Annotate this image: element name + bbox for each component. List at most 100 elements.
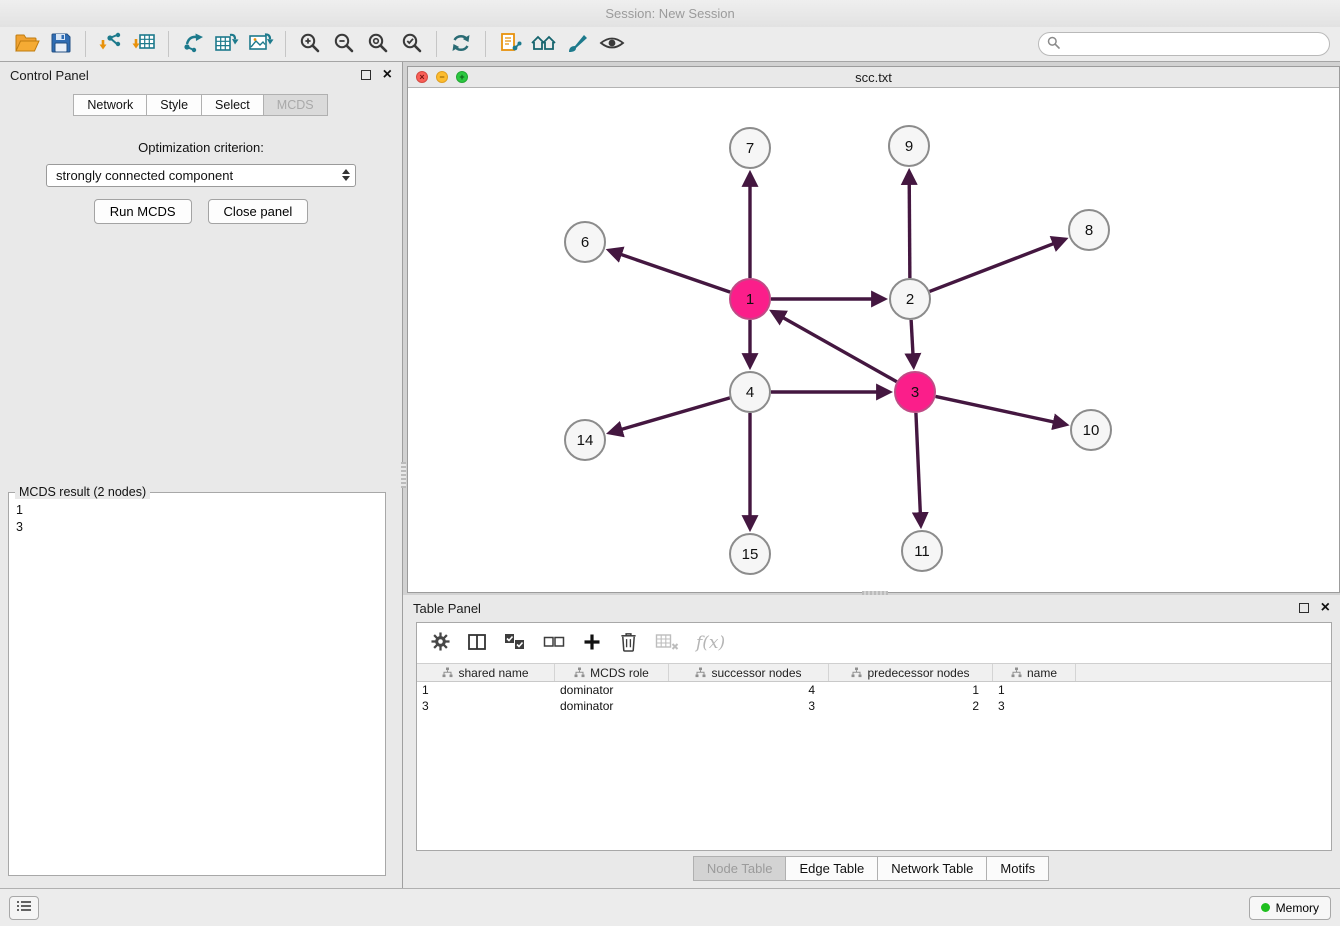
close-table-panel-icon[interactable]: × [1321,600,1330,616]
column-header-shared-name[interactable]: shared name [417,664,555,681]
graph-edge-1-6[interactable] [611,251,731,292]
graph-edge-3-11[interactable] [916,413,921,524]
hide-show-button[interactable] [595,30,629,58]
export-image-button[interactable] [244,30,278,58]
graph-edge-3-10[interactable] [936,396,1065,424]
import-network-button[interactable] [93,30,127,58]
status-bar: Memory [0,888,1340,926]
table-cell: 1 [417,683,555,697]
delete-column-button[interactable] [619,631,638,655]
graph-node-15[interactable]: 15 [730,534,770,574]
select-all-button[interactable] [504,633,526,654]
close-traffic-icon[interactable]: × [416,71,428,83]
export-table-icon [214,31,240,58]
table-cell: 4 [669,683,829,697]
table-panel-header: Table Panel × [403,595,1340,621]
import-table-button[interactable] [127,30,161,58]
memory-label: Memory [1276,901,1319,915]
float-table-panel-icon[interactable] [1299,603,1309,613]
graph-node-7[interactable]: 7 [730,128,770,168]
tab-select[interactable]: Select [201,94,264,116]
graph-node-4[interactable]: 4 [730,372,770,412]
tab-edge-table[interactable]: Edge Table [785,856,878,881]
deselect-all-button[interactable] [543,633,565,654]
tab-mcds[interactable]: MCDS [263,94,328,116]
table-row[interactable]: 1dominator411 [417,682,1331,698]
graph-node-9[interactable]: 9 [889,126,929,166]
export-table-button[interactable] [210,30,244,58]
control-panel-header: Control Panel × [0,62,402,88]
refresh-button[interactable] [444,30,478,58]
toolbar-separator [168,31,169,57]
column-header-successor-nodes[interactable]: successor nodes [669,664,829,681]
table-cell: dominator [555,683,669,697]
search-input[interactable] [1065,37,1321,51]
column-header-name[interactable]: name [993,664,1076,681]
zoom-in-button[interactable] [293,30,327,58]
toolbar-separator [485,31,486,57]
table-body: 1dominator4113dominator323 [417,682,1331,714]
optimization-criterion-label: Optimization criterion: [0,140,402,155]
graph-node-8[interactable]: 8 [1069,210,1109,250]
zoom-fit-button[interactable] [361,30,395,58]
tab-motifs[interactable]: Motifs [986,856,1049,881]
copy-network-button[interactable] [493,30,527,58]
graph-edge-2-8[interactable] [930,240,1064,292]
zoom-traffic-icon[interactable]: + [456,71,468,83]
mcds-result-text[interactable]: 1 3 [9,493,385,545]
export-network-button[interactable] [176,30,210,58]
mcds-result-title: MCDS result (2 nodes) [15,485,150,499]
graph-node-2[interactable]: 2 [890,279,930,319]
save-session-button[interactable] [44,30,78,58]
style-button[interactable] [561,30,595,58]
delete-table-button[interactable] [655,632,679,655]
table-cell: 1 [829,683,993,697]
refresh-icon [449,31,473,58]
open-session-button[interactable] [10,30,44,58]
close-panel-button[interactable]: Close panel [208,199,309,224]
add-column-button[interactable] [582,632,602,655]
graph-edge-3-1[interactable] [774,312,897,381]
graph-node-14[interactable]: 14 [565,420,605,460]
task-history-button[interactable] [9,896,39,920]
zoom-out-button[interactable] [327,30,361,58]
network-view-window: × − + scc.txt 7968124314101511 [407,66,1340,593]
tab-style[interactable]: Style [146,94,202,116]
run-mcds-button[interactable]: Run MCDS [94,199,192,224]
main-toolbar [0,27,1340,62]
tab-network[interactable]: Network [73,94,147,116]
graph-node-6[interactable]: 6 [565,222,605,262]
graph-node-11[interactable]: 11 [902,531,942,571]
graph-node-10[interactable]: 10 [1071,410,1111,450]
graph-node-1[interactable]: 1 [730,279,770,319]
table-cell: 3 [417,699,555,713]
table-row[interactable]: 3dominator323 [417,698,1331,714]
criterion-dropdown[interactable]: strongly connected component [46,164,356,187]
table-cell: 3 [993,699,1076,713]
minimize-traffic-icon[interactable]: − [436,71,448,83]
graph-node-3[interactable]: 3 [895,372,935,412]
vertical-splitter-handle[interactable] [401,462,406,488]
tab-network-table[interactable]: Network Table [877,856,987,881]
table-settings-button[interactable] [431,632,450,654]
column-header-predecessor-nodes[interactable]: predecessor nodes [829,664,993,681]
zoom-fit-icon [366,31,390,58]
show-columns-button[interactable] [467,632,487,655]
memory-button[interactable]: Memory [1249,896,1331,920]
close-panel-icon[interactable]: × [383,67,392,83]
column-header-mcds-role[interactable]: MCDS role [555,664,669,681]
zoom-selected-button[interactable] [395,30,429,58]
search-field[interactable] [1038,32,1330,56]
svg-text:2: 2 [906,291,914,308]
svg-text:9: 9 [905,138,913,155]
function-builder-button[interactable]: f(x) [696,633,725,653]
hierarchy-icon [574,667,585,678]
graph-edge-2-9[interactable] [909,173,910,278]
float-panel-icon[interactable] [361,70,371,80]
network-canvas[interactable]: 7 9 6 8 1 2 4 3 14 10 15 11 [408,88,1339,592]
graph-edge-4-14[interactable] [611,398,730,433]
network-manager-button[interactable] [527,30,561,58]
eye-icon [599,31,625,58]
graph-edge-2-3[interactable] [911,320,913,365]
tab-node-table[interactable]: Node Table [693,856,787,881]
